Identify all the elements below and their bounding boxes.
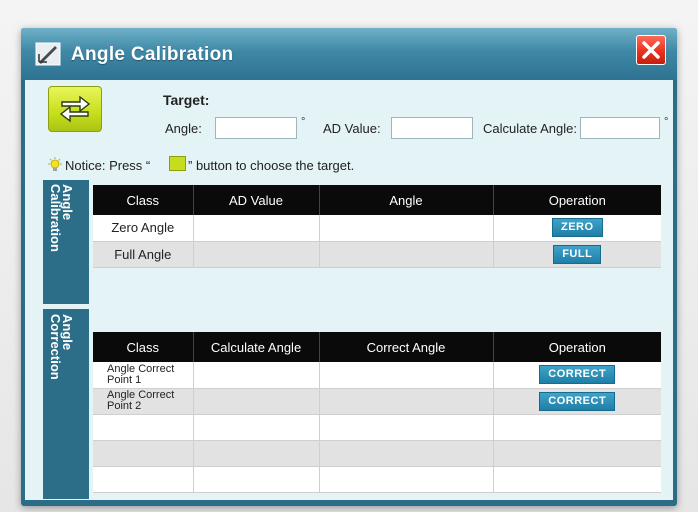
calibration-side-label: Angle Calibration <box>48 184 75 252</box>
close-icon <box>642 41 660 59</box>
swap-icon-small <box>169 156 186 171</box>
class-cell: Angle Correct Point 2 <box>93 388 194 415</box>
column-header: Correct Angle <box>319 332 494 362</box>
column-header: AD Value <box>193 185 320 215</box>
correction-side-label: Angle Correction <box>48 314 75 380</box>
correction-table: Class Calculate Angle Correct Angle Oper… <box>93 332 661 493</box>
angle-calibration-dialog: Angle Calibration Target: Angle: ° AD Va… <box>21 28 677 506</box>
operation-cell: CORRECT <box>493 362 661 389</box>
target-heading: Target: <box>163 92 210 108</box>
angle-cell <box>319 215 494 242</box>
correct-angle-cell <box>319 362 494 389</box>
column-header: Operation <box>493 185 661 215</box>
choose-target-button[interactable] <box>48 86 102 132</box>
calculate-angle-cell <box>193 362 320 389</box>
full-button[interactable]: FULL <box>553 244 602 264</box>
column-header: Calculate Angle <box>193 332 320 362</box>
column-header: Class <box>93 332 194 362</box>
dialog-content: Target: Angle: ° AD Value: Calculate Ang… <box>25 80 673 500</box>
table-row: Full Angle FULL <box>93 241 661 268</box>
ad-value-label: AD Value: <box>323 121 381 136</box>
swap-arrows-icon <box>59 95 91 123</box>
close-button[interactable] <box>636 35 666 65</box>
ad-value-cell <box>193 241 320 268</box>
correct-button[interactable]: CORRECT <box>539 391 616 411</box>
table-row <box>93 466 661 493</box>
angle-label: Angle: <box>165 121 202 136</box>
operation-cell: CORRECT <box>493 388 661 415</box>
table-row: Angle Correct Point 2 CORRECT <box>93 388 661 415</box>
notice-suffix: ” button to choose the target. <box>188 158 355 173</box>
table-header-row: Class AD Value Angle Operation <box>93 185 661 215</box>
ad-value-input[interactable] <box>391 117 473 139</box>
calculate-angle-unit: ° <box>664 116 669 128</box>
notice-prefix: Notice: Press “ <box>65 158 151 173</box>
class-cell: Angle Correct Point 1 <box>93 362 194 389</box>
calculate-angle-input[interactable] <box>580 117 660 139</box>
angle-input[interactable] <box>215 117 297 139</box>
calibration-table: Class AD Value Angle Operation Zero Angl… <box>93 185 661 268</box>
column-header: Angle <box>319 185 494 215</box>
column-header: Operation <box>493 332 661 362</box>
calculate-angle-label: Calculate Angle: <box>483 121 577 136</box>
table-header-row: Class Calculate Angle Correct Angle Oper… <box>93 332 661 362</box>
class-cell: Zero Angle <box>93 215 194 242</box>
angle-unit: ° <box>301 116 306 128</box>
correct-button[interactable]: CORRECT <box>539 365 616 385</box>
lightbulb-icon <box>48 157 62 171</box>
operation-cell: ZERO <box>493 215 661 242</box>
calculate-angle-cell <box>193 388 320 415</box>
ad-value-cell <box>193 215 320 242</box>
table-row <box>93 440 661 467</box>
table-row <box>93 414 661 441</box>
zero-button[interactable]: ZERO <box>551 218 603 238</box>
table-row: Angle Correct Point 1 CORRECT <box>93 362 661 389</box>
column-header: Class <box>93 185 194 215</box>
title-bar: Angle Calibration <box>21 28 677 80</box>
window-title: Angle Calibration <box>71 44 234 65</box>
operation-cell: FULL <box>493 241 661 268</box>
table-row: Zero Angle ZERO <box>93 215 661 242</box>
class-cell: Full Angle <box>93 241 194 268</box>
angle-cell <box>319 241 494 268</box>
correct-angle-cell <box>319 388 494 415</box>
ruler-icon <box>35 42 61 66</box>
